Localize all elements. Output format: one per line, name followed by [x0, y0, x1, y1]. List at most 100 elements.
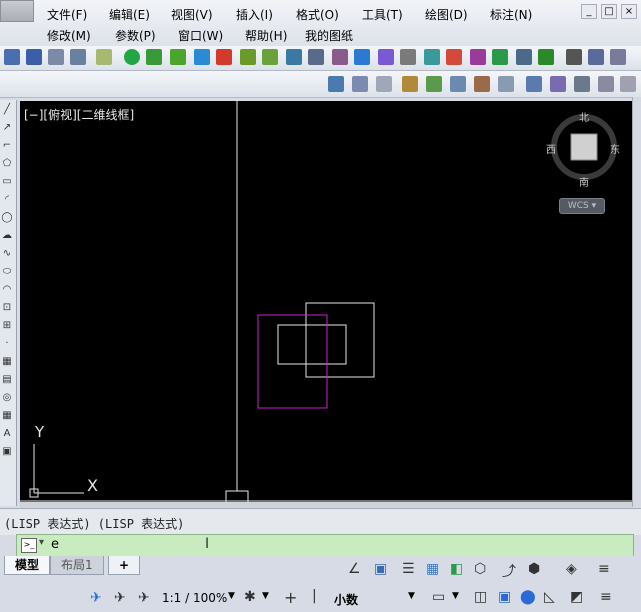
layer-states-icon[interactable] [376, 76, 392, 92]
node-icon[interactable] [354, 49, 370, 65]
transparency-icon[interactable]: ▦ [426, 561, 439, 577]
annotation-scale-icon[interactable]: ✈ [90, 590, 102, 606]
xline-icon[interactable]: ↗ [0, 118, 14, 136]
layer-off-icon[interactable] [450, 76, 466, 92]
annotation-monitor-icon[interactable]: ⤴ [502, 561, 516, 581]
application-icon[interactable] [0, 0, 34, 22]
plot-icon[interactable] [48, 49, 64, 65]
hardware-acceleration-icon[interactable]: ◫ [474, 589, 487, 605]
layer-previous-icon[interactable] [352, 76, 368, 92]
spline-icon[interactable]: ∿ [0, 244, 14, 262]
lineweight-icon[interactable]: ☰ [402, 561, 415, 577]
viewcube-north[interactable]: 北 [579, 109, 589, 124]
layer-icon[interactable] [538, 49, 554, 65]
chevron-down-icon[interactable]: ▼ [262, 591, 269, 601]
quick-view-icon[interactable]: ▭ [432, 589, 445, 605]
close-button[interactable]: × [621, 4, 637, 19]
annotation-visibility-icon[interactable]: ✈ [114, 590, 126, 606]
menu-insert[interactable]: 插入(I) [236, 6, 273, 23]
revcloud-icon[interactable]: ☁ [0, 226, 14, 244]
new-icon[interactable] [4, 49, 20, 65]
region-icon[interactable]: ◎ [0, 388, 14, 406]
menu-tools[interactable]: 工具(T) [362, 6, 403, 23]
make-current-icon[interactable] [328, 76, 344, 92]
menu-dimension[interactable]: 标注(N) [490, 6, 532, 23]
3d-osnap-icon[interactable]: ⬡ [474, 561, 486, 577]
menu-edit[interactable]: 编辑(E) [109, 6, 150, 23]
wcs-menu[interactable]: WCS ▾ [559, 198, 605, 214]
table-icon[interactable]: ▦ [0, 406, 14, 424]
layer-copy-icon[interactable] [620, 76, 636, 92]
snap-icon[interactable] [124, 49, 140, 65]
zoom-window-icon[interactable] [610, 49, 626, 65]
polyline-icon[interactable]: ⌐ [0, 136, 14, 154]
customization-icon[interactable]: ≡ [598, 561, 610, 577]
tab-model[interactable]: 模型 [4, 556, 51, 575]
dist-icon[interactable] [446, 49, 462, 65]
circle-icon[interactable]: ◯ [0, 208, 14, 226]
chevron-down-icon[interactable]: ▼ [408, 591, 415, 601]
insert-block-icon[interactable]: ⊡ [0, 298, 14, 316]
graphics-performance-icon[interactable]: ◺ [544, 589, 555, 605]
quadrant-icon[interactable] [262, 49, 278, 65]
gear-icon[interactable]: ✱ [244, 589, 256, 605]
layer-lock-icon[interactable] [498, 76, 514, 92]
isolate-objects-icon[interactable]: ▣ [498, 589, 511, 605]
tangent-icon[interactable] [286, 49, 302, 65]
mtext-icon[interactable]: A [0, 424, 14, 442]
units-value[interactable]: 小数 [334, 591, 358, 608]
workspace-icon[interactable]: ◈ [566, 561, 577, 577]
center-icon[interactable] [240, 49, 256, 65]
layer-delete-icon[interactable] [574, 76, 590, 92]
viewcube-east[interactable]: 东 [610, 141, 620, 156]
menu-my-drawings[interactable]: 我的图纸 [305, 27, 353, 44]
point-icon[interactable]: · [0, 334, 14, 352]
layer-merge-icon[interactable] [550, 76, 566, 92]
properties-icon[interactable] [492, 49, 508, 65]
publish-icon[interactable] [96, 49, 112, 65]
midpoint-icon[interactable] [194, 49, 210, 65]
line-icon[interactable]: ╱ [0, 100, 14, 118]
hatch-icon[interactable]: ▦ [0, 352, 14, 370]
clean-screen-icon[interactable]: ⬤ [520, 589, 536, 605]
command-input[interactable]: e [51, 537, 59, 552]
layer-isolate-icon[interactable] [402, 76, 418, 92]
insert-snap-icon[interactable] [378, 49, 394, 65]
menu-window[interactable]: 窗口(W) [178, 27, 223, 44]
ellipse-arc-icon[interactable]: ◠ [0, 280, 14, 298]
minimize-button[interactable]: _ [581, 4, 597, 19]
full-screen-icon[interactable]: ◩ [570, 589, 583, 605]
add-layout-button[interactable]: + [108, 556, 141, 575]
add-selected-icon[interactable]: ▣ [0, 442, 14, 460]
annotation-scale-value[interactable]: 1:1 / 100% [162, 591, 227, 605]
isolate-icon[interactable]: ⬢ [528, 561, 540, 577]
command-line[interactable]: >_ ▾ e I [16, 534, 634, 557]
make-block-icon[interactable]: ⊞ [0, 316, 14, 334]
pan-icon[interactable] [566, 49, 582, 65]
layer-walk-icon[interactable] [526, 76, 542, 92]
viewcube-west[interactable]: 西 [546, 141, 556, 156]
arc-icon[interactable]: ◜ [0, 190, 14, 208]
area-icon[interactable] [470, 49, 486, 65]
menu-help[interactable]: 帮助(H) [245, 27, 287, 44]
command-prompt-icon[interactable]: >_ [21, 538, 37, 553]
viewcube-south[interactable]: 南 [579, 174, 589, 189]
nearest-icon[interactable] [400, 49, 416, 65]
layer-match-icon[interactable] [598, 76, 614, 92]
ellipse-icon[interactable]: ⬭ [0, 262, 14, 280]
rectangle-icon[interactable]: ▭ [0, 172, 14, 190]
chevron-down-icon[interactable]: ▼ [228, 591, 235, 601]
match-icon[interactable] [516, 49, 532, 65]
menu-draw[interactable]: 绘图(D) [425, 6, 468, 23]
layer-freeze-icon[interactable] [474, 76, 490, 92]
auto-scale-icon[interactable]: ✈ [138, 590, 150, 606]
zoom-icon[interactable] [588, 49, 604, 65]
polygon-icon[interactable]: ⬠ [0, 154, 14, 172]
quick-properties-icon[interactable]: ◧ [450, 561, 463, 577]
parallel-icon[interactable] [332, 49, 348, 65]
endpoint-icon[interactable] [170, 49, 186, 65]
preview-icon[interactable] [70, 49, 86, 65]
chevron-down-icon[interactable]: ▾ [39, 537, 44, 548]
plus-icon[interactable]: + [284, 588, 297, 607]
osnap-icon[interactable] [146, 49, 162, 65]
